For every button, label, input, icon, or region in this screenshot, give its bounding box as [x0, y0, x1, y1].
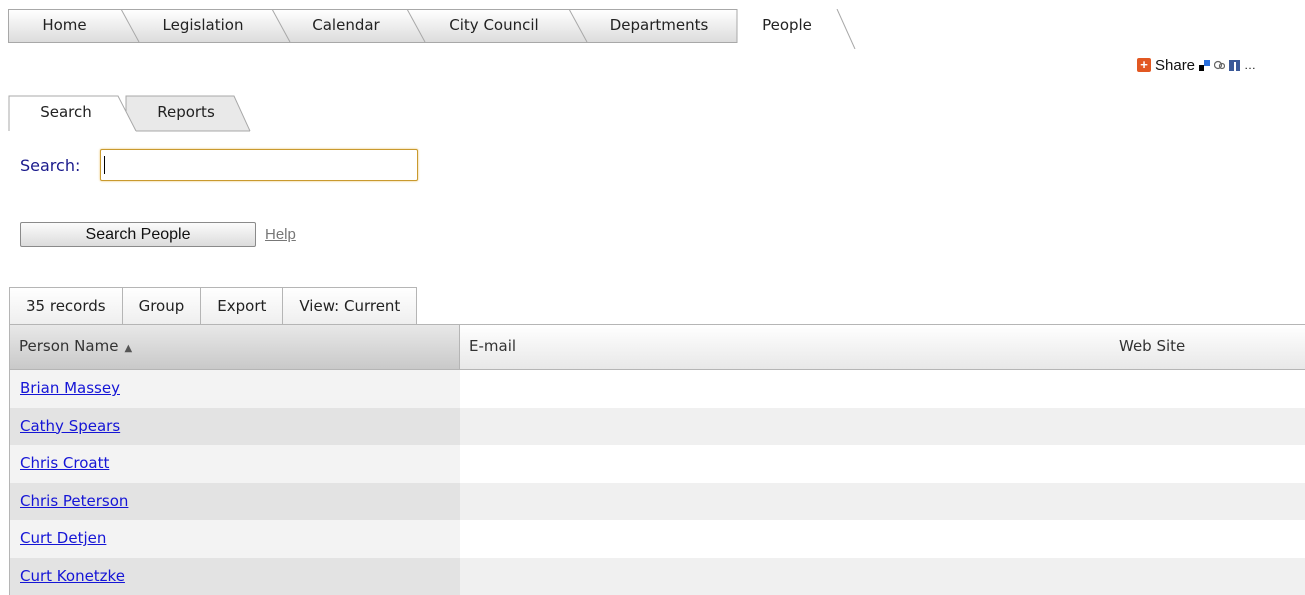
- website-cell: [1110, 370, 1305, 408]
- person-link[interactable]: Curt Detjen: [20, 529, 106, 547]
- delicious-icon: [1199, 60, 1210, 71]
- tab-home[interactable]: Home: [8, 9, 121, 41]
- table-row: Brian Massey: [10, 370, 1305, 408]
- people-grid: Person Name ▲ E-mail Web Site Brian Masse…: [9, 324, 1305, 595]
- digg-icon: [1214, 60, 1225, 71]
- tab-calendar-label: Calendar: [312, 16, 379, 34]
- website-cell: [1110, 483, 1305, 521]
- sub-tabs: Search Reports: [8, 94, 258, 132]
- subtab-search[interactable]: Search: [18, 94, 114, 130]
- help-link[interactable]: Help: [265, 226, 296, 243]
- column-web-site[interactable]: Web Site: [1110, 325, 1305, 369]
- tab-calendar[interactable]: Calendar: [286, 9, 406, 41]
- share-widget[interactable]: + Share …: [1137, 56, 1256, 74]
- tab-people-label: People: [762, 16, 812, 34]
- column-email-label: E-mail: [469, 337, 516, 355]
- tab-departments[interactable]: Departments: [582, 9, 736, 41]
- records-count: 35 records: [10, 288, 123, 325]
- main-nav: Home Legislation Calendar City Council D…: [8, 9, 868, 42]
- email-cell: [460, 558, 1110, 595]
- table-row: Curt Konetzke: [10, 558, 1305, 595]
- subtab-reports[interactable]: Reports: [136, 94, 236, 130]
- person-link[interactable]: Curt Konetzke: [20, 567, 125, 585]
- tab-legislation-label: Legislation: [163, 16, 244, 34]
- tab-legislation[interactable]: Legislation: [134, 9, 272, 41]
- share-more-icon: …: [1244, 58, 1256, 72]
- search-input[interactable]: [100, 149, 418, 181]
- subtab-reports-label: Reports: [157, 103, 215, 121]
- table-row: Chris Peterson: [10, 483, 1305, 521]
- email-cell: [460, 408, 1110, 446]
- column-person-name[interactable]: Person Name ▲: [10, 325, 460, 369]
- tab-people-left-edge: [736, 9, 739, 43]
- share-label: Share: [1155, 57, 1195, 74]
- view-button[interactable]: View: Current: [283, 288, 416, 325]
- sort-ascending-icon: ▲: [124, 343, 132, 354]
- tab-people-right-edge: [835, 9, 857, 49]
- person-link[interactable]: Chris Croatt: [20, 454, 109, 472]
- email-cell: [460, 370, 1110, 408]
- website-cell: [1110, 408, 1305, 446]
- group-button[interactable]: Group: [123, 288, 202, 325]
- facebook-icon: [1229, 60, 1240, 71]
- table-row: Curt Detjen: [10, 520, 1305, 558]
- tab-people[interactable]: People: [737, 9, 837, 43]
- tab-home-label: Home: [42, 16, 86, 34]
- website-cell: [1110, 558, 1305, 595]
- table-row: Chris Croatt: [10, 445, 1305, 483]
- column-email[interactable]: E-mail: [460, 325, 1110, 369]
- person-link[interactable]: Brian Massey: [20, 379, 120, 397]
- website-cell: [1110, 445, 1305, 483]
- person-link[interactable]: Cathy Spears: [20, 417, 120, 435]
- column-person-name-label: Person Name: [19, 337, 118, 355]
- grid-toolbar: 35 records Group Export View: Current: [9, 287, 417, 325]
- search-people-button[interactable]: Search People: [20, 222, 256, 247]
- subtab-search-label: Search: [40, 103, 92, 121]
- email-cell: [460, 445, 1110, 483]
- text-caret: [104, 156, 105, 174]
- tab-departments-label: Departments: [610, 16, 709, 34]
- website-cell: [1110, 520, 1305, 558]
- share-plus-icon: +: [1137, 58, 1151, 72]
- grid-header: Person Name ▲ E-mail Web Site: [10, 324, 1305, 370]
- tab-city-council-label: City Council: [449, 16, 538, 34]
- column-web-site-label: Web Site: [1119, 337, 1185, 355]
- table-row: Cathy Spears: [10, 408, 1305, 446]
- tab-city-council[interactable]: City Council: [420, 9, 568, 41]
- email-cell: [460, 483, 1110, 521]
- email-cell: [460, 520, 1110, 558]
- export-button[interactable]: Export: [201, 288, 283, 325]
- person-link[interactable]: Chris Peterson: [20, 492, 128, 510]
- search-label: Search:: [20, 156, 80, 175]
